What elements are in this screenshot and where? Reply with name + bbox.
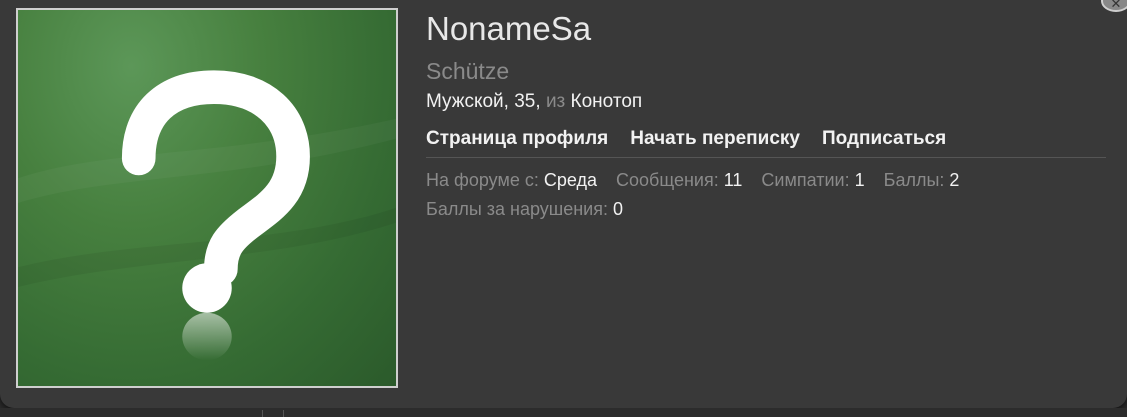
warning-points-value: 0: [613, 199, 624, 219]
points-label: Баллы:: [883, 170, 945, 190]
points-value[interactable]: 2: [949, 170, 959, 190]
page-background-strip: [0, 408, 1127, 417]
divider: [426, 157, 1106, 158]
gender: Мужской: [426, 91, 504, 112]
follow-link[interactable]: Подписаться: [822, 128, 946, 149]
avatar[interactable]: [16, 8, 398, 388]
likes-value: 1: [854, 170, 865, 190]
location-link[interactable]: Конотоп: [571, 91, 643, 112]
from-word: из: [545, 91, 566, 112]
profile-page-link[interactable]: Страница профиля: [426, 128, 608, 149]
member-card: ✕ NonameSa Schütze Мужской, 35, из Конот…: [0, 0, 1127, 408]
start-conversation-link[interactable]: Начать переписку: [630, 128, 800, 149]
likes-label: Симпатии:: [761, 170, 850, 190]
member-links: Страница профиля Начать переписку Подписат…: [426, 128, 968, 150]
member-stats-warnings: Баллы за нарушения: 0: [426, 199, 623, 220]
messages-label: Сообщения:: [616, 170, 719, 190]
messages-value[interactable]: 11: [724, 170, 743, 190]
user-blurb: Мужской, 35, из Конотоп: [426, 91, 643, 112]
joined-value: Среда: [543, 170, 597, 190]
warning-points-label: Баллы за нарушения:: [426, 199, 608, 219]
strip-divider: [283, 410, 284, 417]
joined-label: На форуме с:: [426, 170, 539, 190]
member-stats: На форуме с: Среда Сообщения: 11 Симпати…: [426, 170, 973, 191]
question-mark-icon: [18, 70, 396, 361]
close-icon[interactable]: ✕: [1101, 0, 1127, 12]
strip-divider: [262, 410, 263, 417]
username[interactable]: NonameSa: [426, 10, 591, 48]
user-title: Schütze: [426, 58, 510, 84]
age: 35: [514, 91, 536, 112]
